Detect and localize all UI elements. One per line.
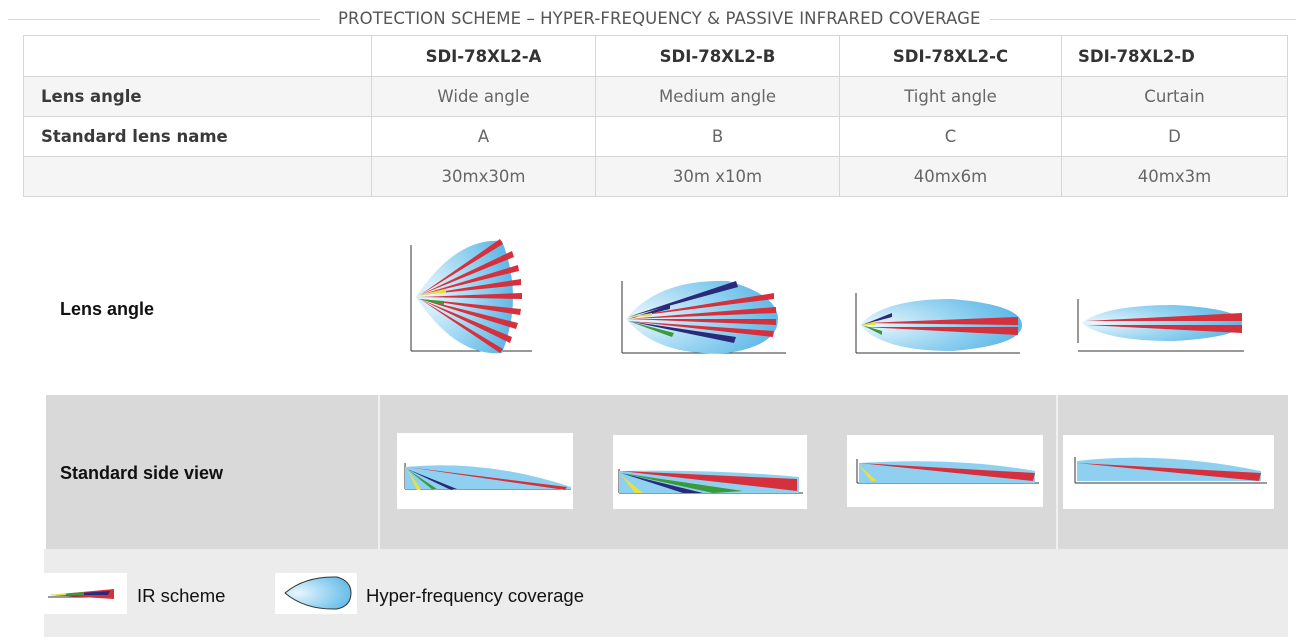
wide-angle-coverage-diagram (410, 239, 532, 354)
side-view-c (847, 435, 1043, 507)
table-cell: 30m x10m (595, 156, 840, 197)
header-cell-empty (23, 35, 372, 77)
side-view-row-label: Standard side view (60, 463, 224, 483)
tight-angle-coverage-diagram (855, 293, 1022, 354)
table-cell: Curtain (1061, 76, 1288, 117)
table-cell: 40mx6m (839, 156, 1062, 197)
table-row: 30mx30m 30m x10m 40mx6m 40mx3m (23, 156, 1288, 197)
table-cell: 30mx30m (371, 156, 596, 197)
side-view-divider (1056, 395, 1058, 549)
spec-table: SDI-78XL2-A SDI-78XL2-B SDI-78XL2-C SDI-… (23, 35, 1288, 197)
curtain-coverage-diagram (1077, 299, 1244, 352)
side-view-a (397, 433, 573, 509)
medium-angle-coverage-diagram (621, 280, 786, 354)
side-view-divider (378, 395, 380, 549)
ir-legend-label: IR scheme (137, 585, 226, 606)
hf-legend-swatch (275, 573, 357, 614)
table-header-row: SDI-78XL2-A SDI-78XL2-B SDI-78XL2-C SDI-… (23, 35, 1288, 77)
ir-scheme-icon (48, 589, 114, 599)
table-cell: 40mx3m (1061, 156, 1288, 197)
table-row: Lens angle Wide angle Medium angle Tight… (23, 76, 1288, 117)
side-view-d (1063, 435, 1274, 509)
section-title: PROTECTION SCHEME – HYPER-FREQUENCY & PA… (338, 9, 981, 28)
ir-legend-swatch (44, 573, 127, 614)
header-cell-model-c: SDI-78XL2-C (839, 35, 1062, 77)
table-row: Standard lens name A B C D (23, 116, 1288, 157)
row-label-lens-angle: Lens angle (23, 76, 372, 117)
table-cell: D (1061, 116, 1288, 157)
lens-angle-row: Lens angle (46, 223, 1288, 395)
row-label-range (23, 156, 372, 197)
table-cell: B (595, 116, 840, 157)
hf-legend-label: Hyper-frequency coverage (366, 585, 584, 606)
table-cell: A (371, 116, 596, 157)
table-cell: C (839, 116, 1062, 157)
hyper-frequency-coverage-icon (284, 576, 352, 610)
header-cell-model-a: SDI-78XL2-A (371, 35, 596, 77)
table-cell: Tight angle (839, 76, 1062, 117)
side-view-b-diagram (618, 469, 803, 494)
table-cell: Wide angle (371, 76, 596, 117)
table-cell: Medium angle (595, 76, 840, 117)
header-cell-model-d: SDI-78XL2-D (1061, 35, 1288, 77)
side-view-c-diagram (856, 459, 1039, 484)
section-title-row: PROTECTION SCHEME – HYPER-FREQUENCY & PA… (8, 6, 1296, 32)
row-label-lens-name: Standard lens name (23, 116, 372, 157)
side-view-b (613, 435, 807, 509)
title-divider-right (990, 19, 1296, 20)
side-view-d-diagram (1074, 457, 1267, 484)
lens-angle-row-label: Lens angle (60, 299, 155, 319)
side-view-a-diagram (404, 463, 571, 490)
title-divider-left (8, 19, 320, 20)
header-cell-model-b: SDI-78XL2-B (595, 35, 840, 77)
coverage-diagram: Lens angle Standard side view IR scheme … (44, 223, 1288, 637)
legend: IR scheme Hyper-frequency coverage (44, 549, 1288, 637)
